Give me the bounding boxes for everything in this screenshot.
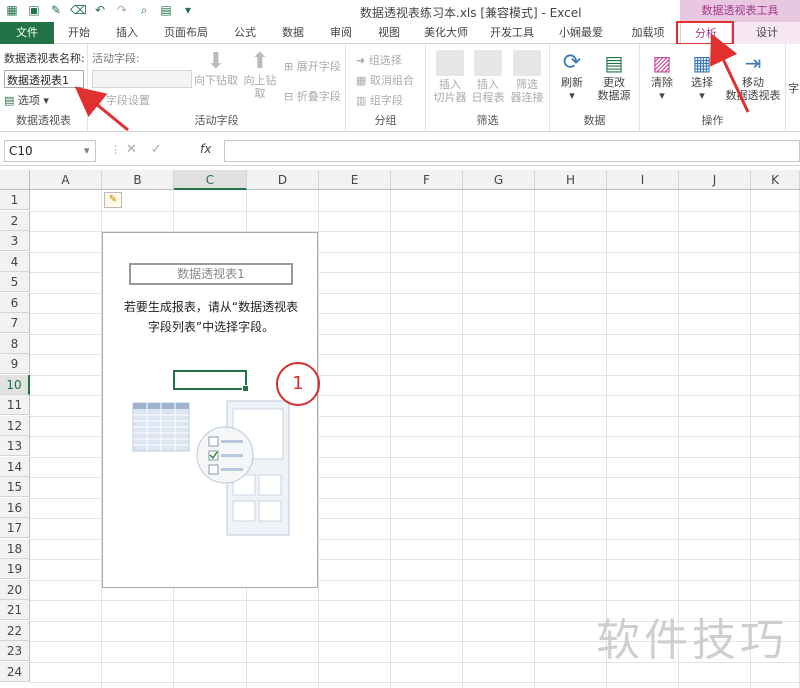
row-header-8[interactable]: 8 (0, 333, 30, 354)
row-header-6[interactable]: 6 (0, 292, 30, 313)
row-header-22[interactable]: 22 (0, 620, 30, 641)
column-header-c[interactable]: C (174, 170, 247, 190)
row-header-18[interactable]: 18 (0, 538, 30, 559)
formula-bar-grip-icon: ⋮ (110, 143, 121, 156)
row-header-9[interactable]: 9 (0, 354, 30, 374)
row-header-14[interactable]: 14 (0, 456, 30, 477)
gridline-col (318, 190, 319, 688)
column-header-e[interactable]: E (319, 170, 391, 190)
name-box[interactable]: C10 (4, 140, 96, 162)
row-header-23[interactable]: 23 (0, 641, 30, 661)
formula-bar: C10 ▾ ⋮ ✕✓ fx (0, 136, 800, 166)
column-header-i[interactable]: I (607, 170, 679, 190)
gridline-row (30, 682, 800, 683)
formula-input[interactable] (224, 140, 800, 162)
insert-function-button[interactable]: fx (200, 142, 211, 156)
field-list-checkbox-icon (196, 426, 254, 484)
table-grid-icon (132, 402, 190, 452)
row-header-10[interactable]: 10 (0, 374, 30, 395)
row-header-15[interactable]: 15 (0, 477, 30, 497)
row-header-13[interactable]: 13 (0, 436, 30, 456)
column-header-a[interactable]: A (30, 170, 102, 190)
gridline-row (30, 210, 800, 212)
row-header-5[interactable]: 5 (0, 272, 30, 292)
name-box-dropdown-icon[interactable]: ▾ (84, 144, 90, 157)
row-header-7[interactable]: 7 (0, 313, 30, 333)
gridline-col (390, 190, 391, 688)
row-header-1[interactable]: 1 (0, 190, 30, 210)
row-header-12[interactable]: 12 (0, 415, 30, 436)
row-header-2[interactable]: 2 (0, 210, 30, 231)
column-header-k[interactable]: K (751, 170, 800, 190)
pivot-illustration (132, 400, 290, 536)
gridline-col (462, 190, 463, 688)
column-header-b[interactable]: B (102, 170, 174, 190)
row-header-19[interactable]: 19 (0, 559, 30, 579)
column-header-h[interactable]: H (535, 170, 607, 190)
watermark: 软件技巧 (596, 615, 788, 666)
cancel-icon[interactable]: ✕ (126, 142, 151, 157)
selected-cell-c10[interactable] (173, 370, 249, 392)
gridline-col (534, 190, 535, 688)
row-header-21[interactable]: 21 (0, 600, 30, 620)
pivot-placeholder[interactable]: 数据透视表1 若要生成报表，请从“数据透视表 字段列表”中选择字段。 (102, 232, 318, 588)
enter-icon[interactable]: ✓ (151, 142, 176, 157)
row-header-24[interactable]: 24 (0, 661, 30, 682)
column-header-j[interactable]: J (679, 170, 751, 190)
arrow-to-name-field (74, 86, 129, 132)
pivot-placeholder-name: 数据透视表1 (129, 263, 293, 285)
arrow-to-analyze-tab (710, 33, 750, 113)
row-header-17[interactable]: 17 (0, 518, 30, 538)
column-header-g[interactable]: G (463, 170, 535, 190)
row-header-3[interactable]: 3 (0, 231, 30, 251)
row-header-4[interactable]: 4 (0, 251, 30, 272)
gridline-row (30, 600, 800, 601)
row-header-11[interactable]: 11 (0, 395, 30, 415)
annotation-circle-1: 1 (276, 362, 320, 406)
select-all-corner[interactable] (0, 170, 30, 190)
pivot-placeholder-message: 若要生成报表，请从“数据透视表 字段列表”中选择字段。 (123, 300, 299, 334)
paste-options-icon[interactable]: ✎ (104, 192, 122, 208)
row-header-16[interactable]: 16 (0, 497, 30, 518)
row-header-20[interactable]: 20 (0, 579, 30, 600)
column-header-d[interactable]: D (247, 170, 319, 190)
column-header-f[interactable]: F (391, 170, 463, 190)
formula-buttons: ✕✓ (126, 142, 176, 157)
